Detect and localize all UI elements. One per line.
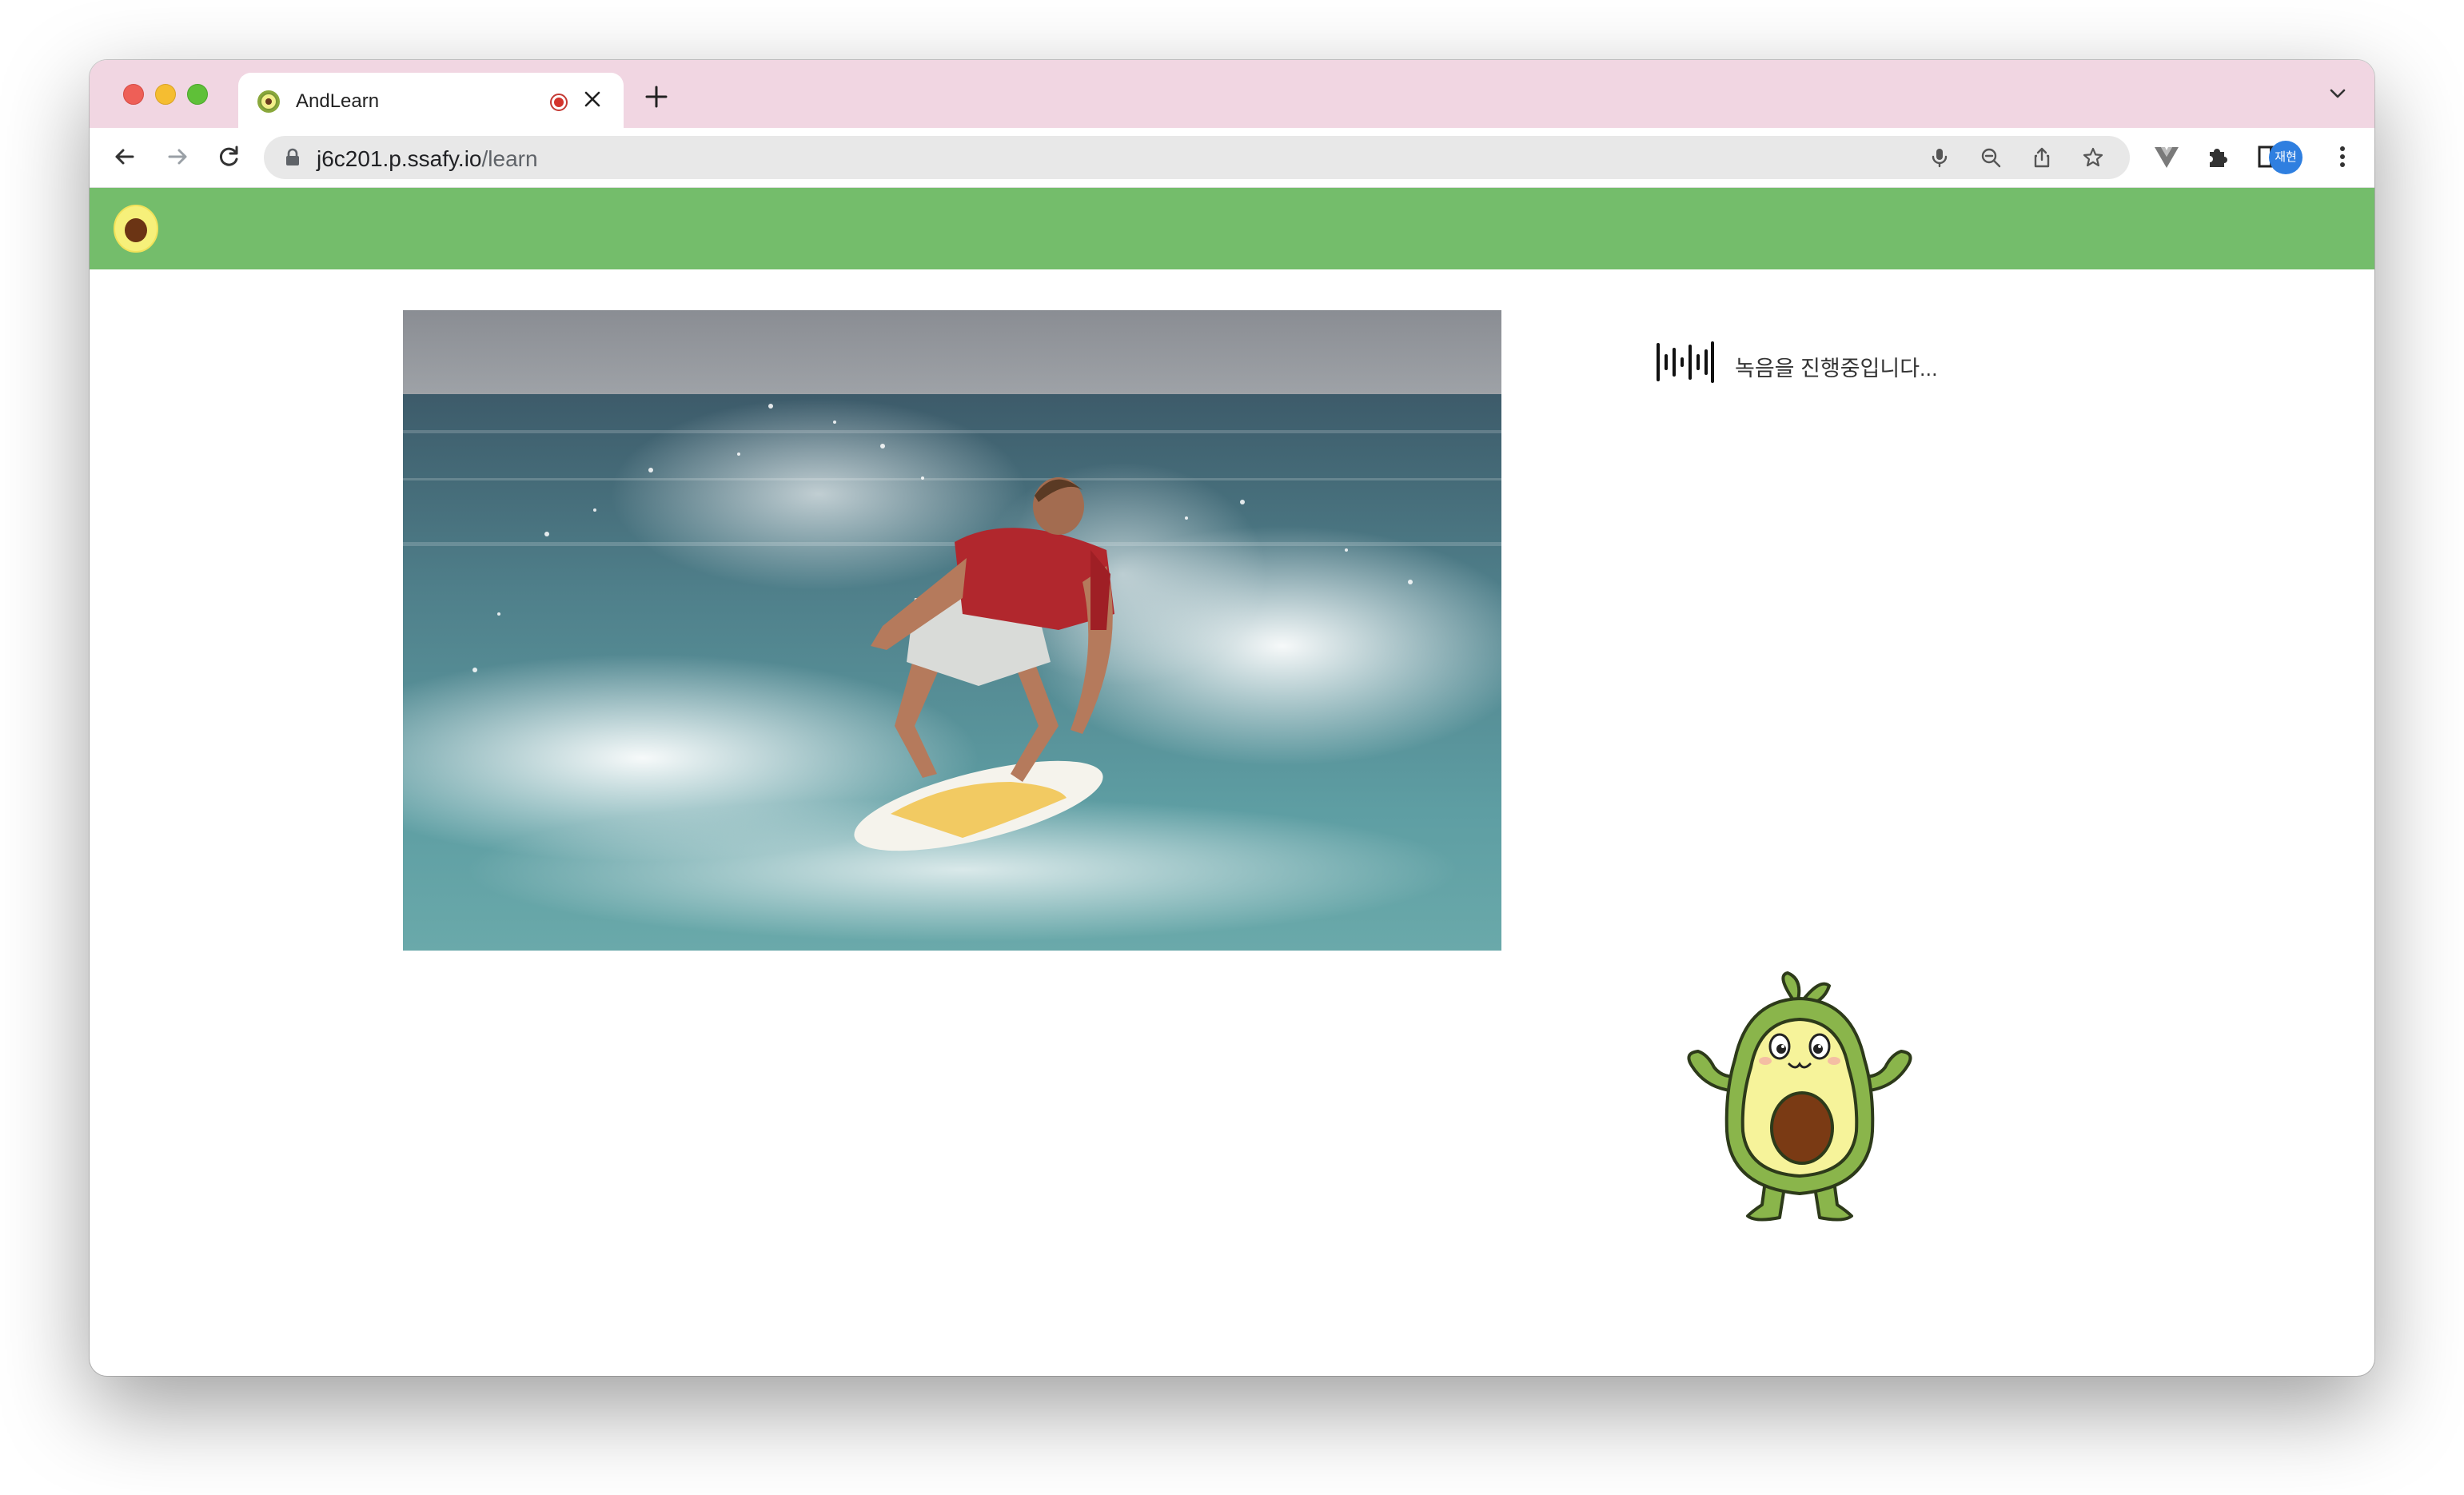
close-window-button[interactable] — [123, 84, 144, 105]
zoom-out-icon[interactable] — [1980, 146, 2002, 169]
browser-toolbar: j6c201.p.ssafy.io/learn 재현 — [90, 128, 2374, 188]
tab-strip: AndLearn — [90, 60, 2374, 128]
microphone-icon[interactable] — [1928, 146, 1951, 169]
recording-status-text: 녹음을 진행중입니다... — [1735, 357, 1938, 381]
avocado-favicon-icon — [257, 90, 280, 113]
chevron-down-icon[interactable] — [2328, 87, 2347, 104]
recording-icon — [550, 94, 568, 111]
minimize-window-button[interactable] — [155, 84, 176, 105]
address-bar[interactable]: j6c201.p.ssafy.io/learn — [264, 136, 2130, 179]
maximize-window-button[interactable] — [187, 84, 208, 105]
forward-arrow-icon[interactable] — [163, 142, 192, 171]
lesson-photo — [307, 310, 1538, 951]
plus-icon[interactable] — [644, 82, 668, 114]
tab-title: AndLearn — [296, 90, 380, 112]
url-host: j6c201.p.ssafy.io — [317, 146, 482, 171]
back-arrow-icon[interactable] — [110, 142, 139, 171]
browser-window: AndLearn j6c201.p.ssafy.io/learn 재현 녹음을 … — [90, 60, 2374, 1376]
vue-devtools-icon[interactable] — [2152, 142, 2181, 171]
reload-icon[interactable] — [214, 142, 243, 171]
url-text[interactable]: j6c201.p.ssafy.io/learn — [317, 146, 538, 172]
url-path: /learn — [481, 146, 538, 171]
share-icon[interactable] — [2031, 146, 2053, 169]
close-icon[interactable] — [584, 86, 601, 112]
app-header — [90, 188, 2374, 269]
tab-andlearn[interactable]: AndLearn — [238, 73, 624, 128]
avocado-mascot-illustration — [1676, 971, 1924, 1227]
more-vertical-icon[interactable] — [2328, 142, 2357, 171]
lock-icon[interactable] — [285, 148, 301, 171]
profile-avatar[interactable]: 재현 — [2269, 141, 2303, 174]
extensions-puzzle-icon[interactable] — [2203, 142, 2232, 171]
star-icon[interactable] — [2082, 146, 2104, 169]
avocado-logo-icon[interactable] — [112, 202, 160, 253]
sound-wave-icon — [1655, 338, 1716, 386]
